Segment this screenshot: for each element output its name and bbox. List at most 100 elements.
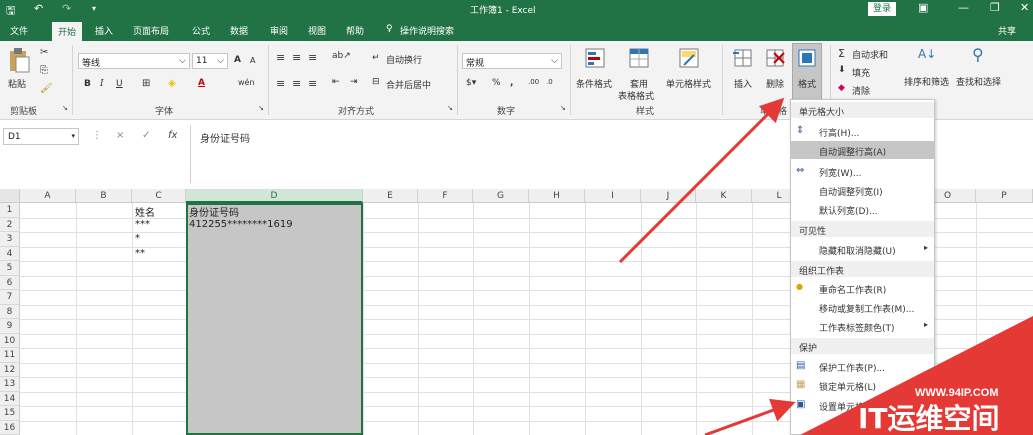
menu-item-row-height[interactable]: ⇕ 行高(H)... xyxy=(791,122,934,140)
column-header-p[interactable]: P xyxy=(976,189,1033,203)
row-header-15[interactable]: 15 xyxy=(0,406,20,421)
row-header-9[interactable]: 9 xyxy=(0,319,20,334)
cell-c3[interactable]: * xyxy=(135,233,140,244)
paste-button[interactable]: 粘贴 xyxy=(8,77,26,90)
sum-icon[interactable]: Σ xyxy=(838,47,845,60)
clipboard-launcher-icon[interactable]: ↘ xyxy=(62,104,68,112)
row-header-14[interactable]: 14 xyxy=(0,391,20,406)
row-header-11[interactable]: 11 xyxy=(0,348,20,363)
row-header-10[interactable]: 10 xyxy=(0,333,20,348)
selected-column-d[interactable] xyxy=(186,203,363,435)
row-header-2[interactable]: 2 xyxy=(0,217,20,232)
menu-item-autofit-column[interactable]: 自动调整列宽(I) xyxy=(791,181,934,199)
column-header-j[interactable]: J xyxy=(641,189,696,203)
menu-item-protect-sheet[interactable]: ▤ 保护工作表(P)... xyxy=(791,357,934,375)
row-header-7[interactable]: 7 xyxy=(0,290,20,305)
customize-toolbar-icon[interactable]: ▾ xyxy=(92,4,96,13)
align-right-icon[interactable]: ≡ xyxy=(308,77,317,90)
column-header-a[interactable]: A xyxy=(20,189,76,203)
merge-icon[interactable]: ⊟ xyxy=(372,77,380,87)
alignment-launcher-icon[interactable]: ↘ xyxy=(447,104,453,112)
column-header-k[interactable]: K xyxy=(696,189,752,203)
cell-d2[interactable]: 412255********1619 xyxy=(189,219,293,230)
column-header-i[interactable]: I xyxy=(585,189,641,203)
menu-item-move-copy[interactable]: 移动或复制工作表(M)... xyxy=(791,298,934,316)
cell-styles-button[interactable]: 单元格样式 xyxy=(666,77,711,90)
column-header-d[interactable]: D xyxy=(186,189,363,203)
column-header-e[interactable]: E xyxy=(363,189,418,203)
column-header-b[interactable]: B xyxy=(76,189,132,203)
delete-button[interactable]: 删除 xyxy=(766,77,784,90)
tab-home[interactable]: 开始 xyxy=(52,22,83,41)
insert-function-icon[interactable]: fx xyxy=(168,130,177,141)
menu-item-autofit-row[interactable]: 自动调整行高(A) xyxy=(791,141,934,159)
border-icon[interactable]: ⊞ xyxy=(142,78,150,89)
italic-button[interactable]: I xyxy=(100,79,104,89)
sort-filter-icon[interactable]: A↓ xyxy=(918,47,936,61)
comma-button[interactable]: , xyxy=(510,78,513,88)
cell-c2[interactable]: *** xyxy=(135,219,150,230)
currency-icon[interactable]: $▾ xyxy=(466,78,476,88)
decrease-indent-icon[interactable]: ⇤ xyxy=(332,77,340,87)
insert-cells-icon[interactable] xyxy=(732,47,754,69)
decrease-decimal-icon[interactable]: .0 xyxy=(546,78,553,86)
select-all-button[interactable] xyxy=(0,189,20,203)
align-center-icon[interactable]: ≡ xyxy=(292,77,301,90)
row-header-8[interactable]: 8 xyxy=(0,304,20,319)
row-header-3[interactable]: 3 xyxy=(0,232,20,247)
column-header-c[interactable]: C xyxy=(132,189,186,203)
menu-item-format-cells[interactable]: ▣ 设置单元格格式(E)... xyxy=(791,396,934,414)
menu-item-default-width[interactable]: 默认列宽(D)... xyxy=(791,200,934,218)
find-icon[interactable]: ⚲ xyxy=(972,45,984,64)
format-as-table-icon[interactable] xyxy=(628,47,650,69)
fill-icon[interactable]: ⬇ xyxy=(838,65,846,75)
tab-formulas[interactable]: 公式 xyxy=(192,24,210,37)
grow-font-button[interactable]: A xyxy=(234,55,241,65)
wrap-text-icon[interactable]: ↵ xyxy=(372,53,380,63)
enter-icon[interactable]: ✓ xyxy=(142,130,150,141)
menu-item-hide-unhide[interactable]: 隐藏和取消隐藏(U) ▸ xyxy=(791,240,934,258)
autosum-button[interactable]: 自动求和 xyxy=(852,48,888,61)
orientation-icon[interactable]: ab↗ xyxy=(332,51,351,61)
cut-icon[interactable]: ✂ xyxy=(40,47,48,58)
redo-icon[interactable]: ↷ xyxy=(62,2,71,15)
conditional-format-button[interactable]: 条件格式 xyxy=(576,77,612,90)
tell-me-search[interactable]: 操作说明搜索 xyxy=(400,24,454,37)
align-bottom-icon[interactable]: ≡ xyxy=(308,51,317,64)
column-header-h[interactable]: H xyxy=(529,189,585,203)
menu-item-column-width[interactable]: ⇔ 列宽(W)... xyxy=(791,162,934,180)
login-button[interactable]: 登录 xyxy=(868,2,896,16)
row-header-13[interactable]: 13 xyxy=(0,377,20,392)
format-as-table-l2[interactable]: 表格格式 xyxy=(618,89,654,102)
row-header-4[interactable]: 4 xyxy=(0,246,20,261)
format-cells-icon[interactable] xyxy=(796,47,818,69)
align-top-icon[interactable]: ≡ xyxy=(276,51,285,64)
tab-file[interactable]: 文件 xyxy=(10,24,28,37)
cell-c1[interactable]: 姓名 xyxy=(135,204,155,219)
fill-button[interactable]: 填充 xyxy=(852,66,870,79)
wrap-text-button[interactable]: 自动换行 xyxy=(386,53,422,66)
insert-button[interactable]: 插入 xyxy=(734,77,752,90)
merge-center-button[interactable]: 合并后居中 xyxy=(386,78,431,91)
sort-filter-button[interactable]: 排序和筛选 xyxy=(904,75,949,88)
menu-item-lock-cell[interactable]: ▦ 锁定单元格(L) xyxy=(791,376,934,394)
restore-icon[interactable]: ❐ xyxy=(990,1,1000,14)
bold-button[interactable]: B xyxy=(84,79,91,89)
clear-button[interactable]: 清除 xyxy=(852,84,870,97)
paste-icon[interactable] xyxy=(8,47,30,73)
row-header-5[interactable]: 5 xyxy=(0,261,20,276)
row-header-1[interactable]: 1 xyxy=(0,203,20,218)
column-header-f[interactable]: F xyxy=(418,189,473,203)
font-color-button[interactable]: A xyxy=(198,78,205,88)
column-header-g[interactable]: G xyxy=(473,189,529,203)
share-button[interactable]: 共享 xyxy=(998,24,1016,37)
row-header-16[interactable]: 16 xyxy=(0,420,20,435)
font-launcher-icon[interactable]: ↘ xyxy=(258,104,264,112)
tab-insert[interactable]: 插入 xyxy=(95,24,113,37)
phonetic-icon[interactable]: wén xyxy=(238,78,255,87)
format-painter-icon[interactable]: 🖌 xyxy=(40,83,53,94)
cancel-icon[interactable]: × xyxy=(116,130,124,141)
format-button[interactable]: 格式 xyxy=(798,77,816,90)
tab-view[interactable]: 视图 xyxy=(308,24,326,37)
menu-item-tab-color[interactable]: 工作表标签颜色(T) ▸ xyxy=(791,317,934,335)
